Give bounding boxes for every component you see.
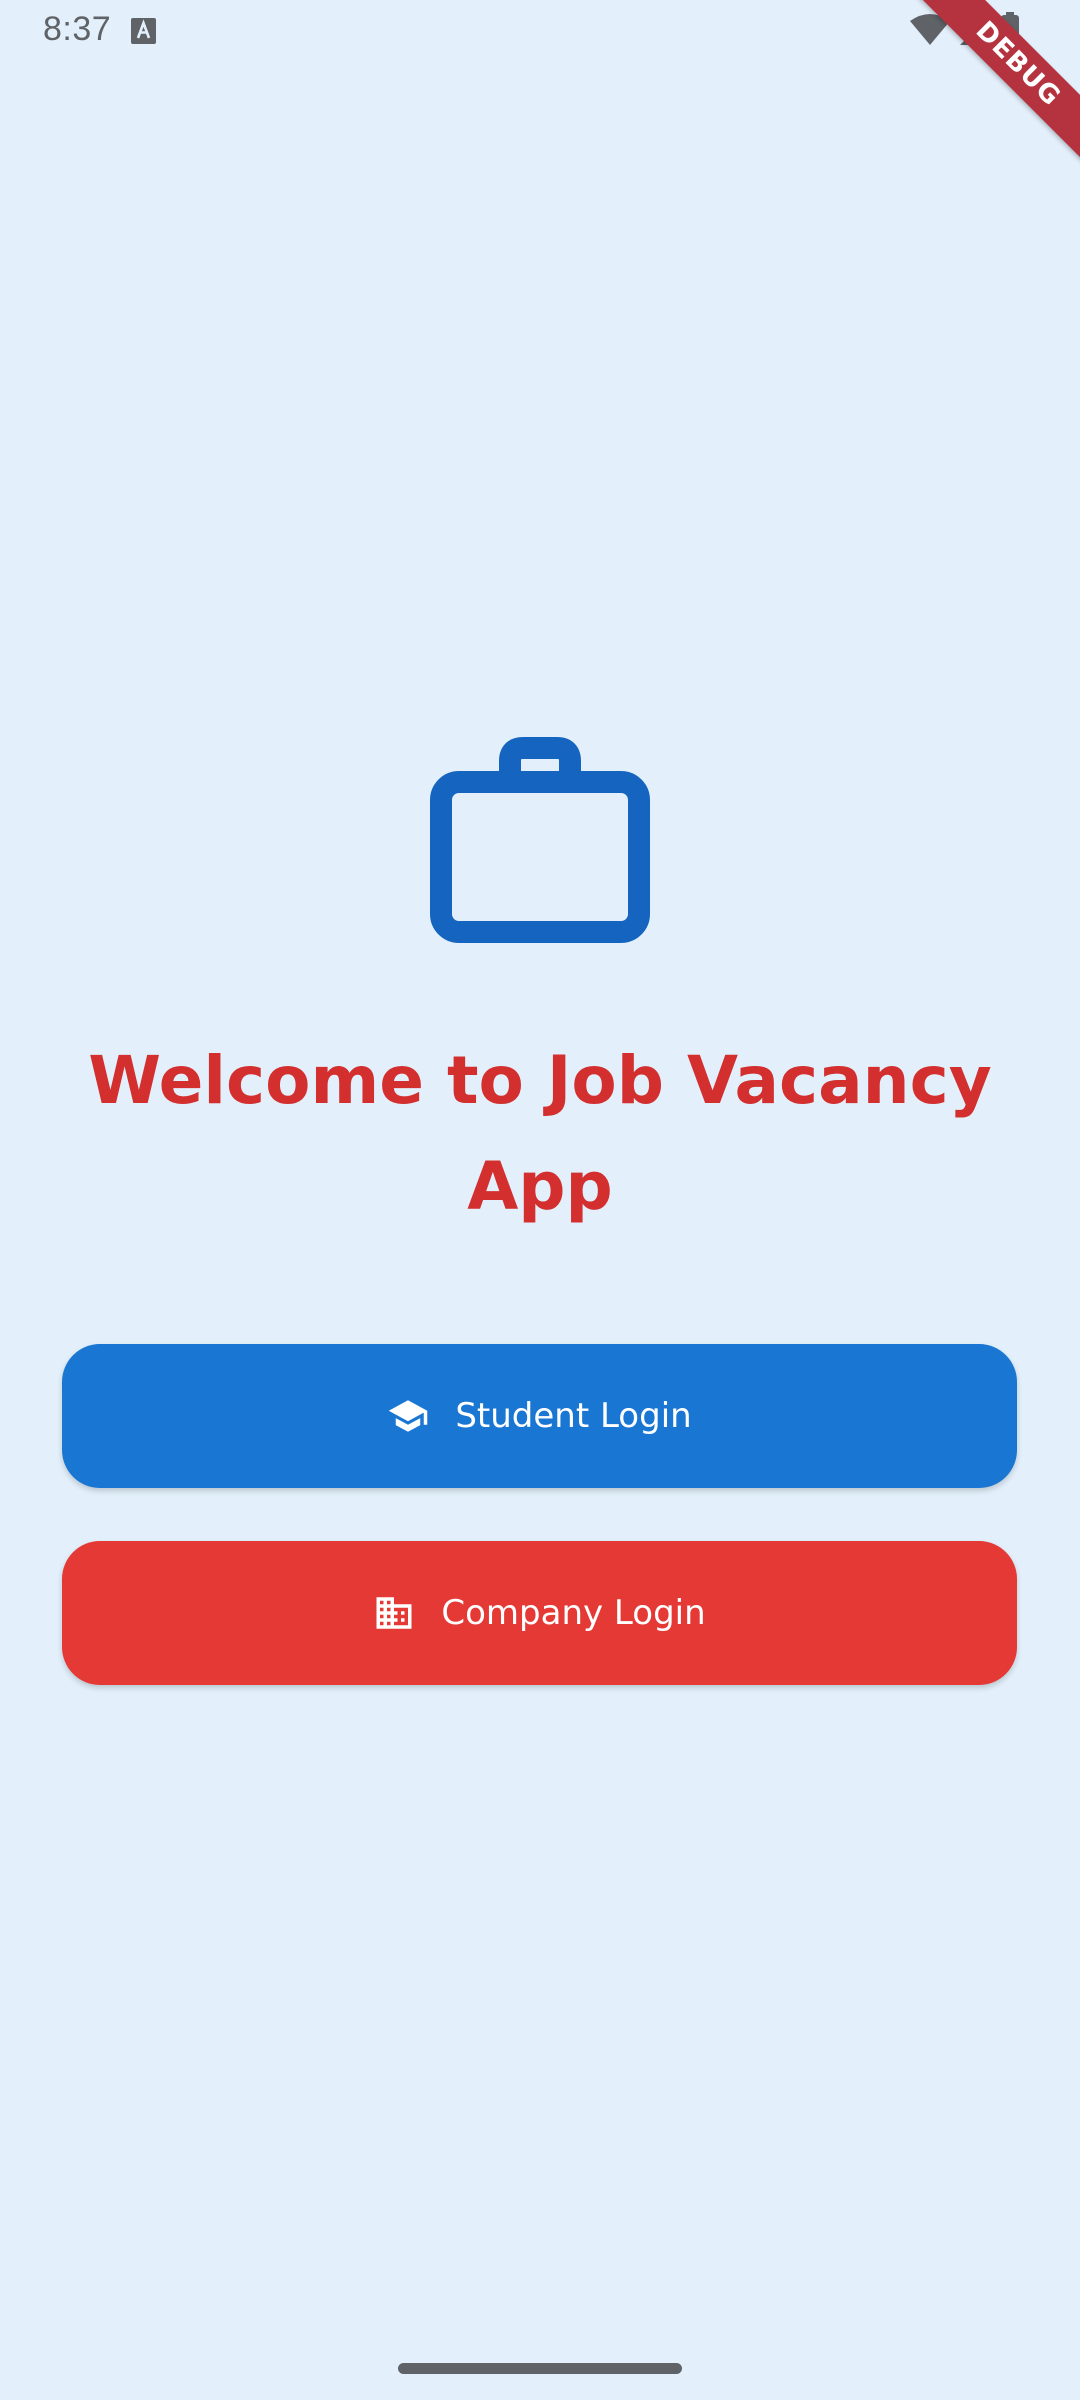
cellular-signal-icon <box>960 15 990 45</box>
home-indicator[interactable] <box>398 2363 682 2374</box>
company-login-button[interactable]: Company Login <box>62 1541 1017 1685</box>
status-bar: 8:37 <box>0 0 1080 62</box>
battery-icon <box>1001 12 1019 47</box>
student-login-label: Student Login <box>455 1396 692 1436</box>
graduation-cap-icon <box>389 1400 428 1432</box>
briefcase-icon <box>430 737 650 943</box>
company-login-label: Company Login <box>441 1593 706 1633</box>
wifi-icon <box>910 14 950 45</box>
student-login-button[interactable]: Student Login <box>62 1344 1017 1488</box>
status-icons <box>910 10 1020 50</box>
business-building-icon <box>376 1597 412 1629</box>
status-time: 8:37 <box>43 10 112 48</box>
keyboard-a-icon <box>131 18 156 44</box>
page-title: Welcome to Job Vacancy App <box>88 1042 992 1225</box>
